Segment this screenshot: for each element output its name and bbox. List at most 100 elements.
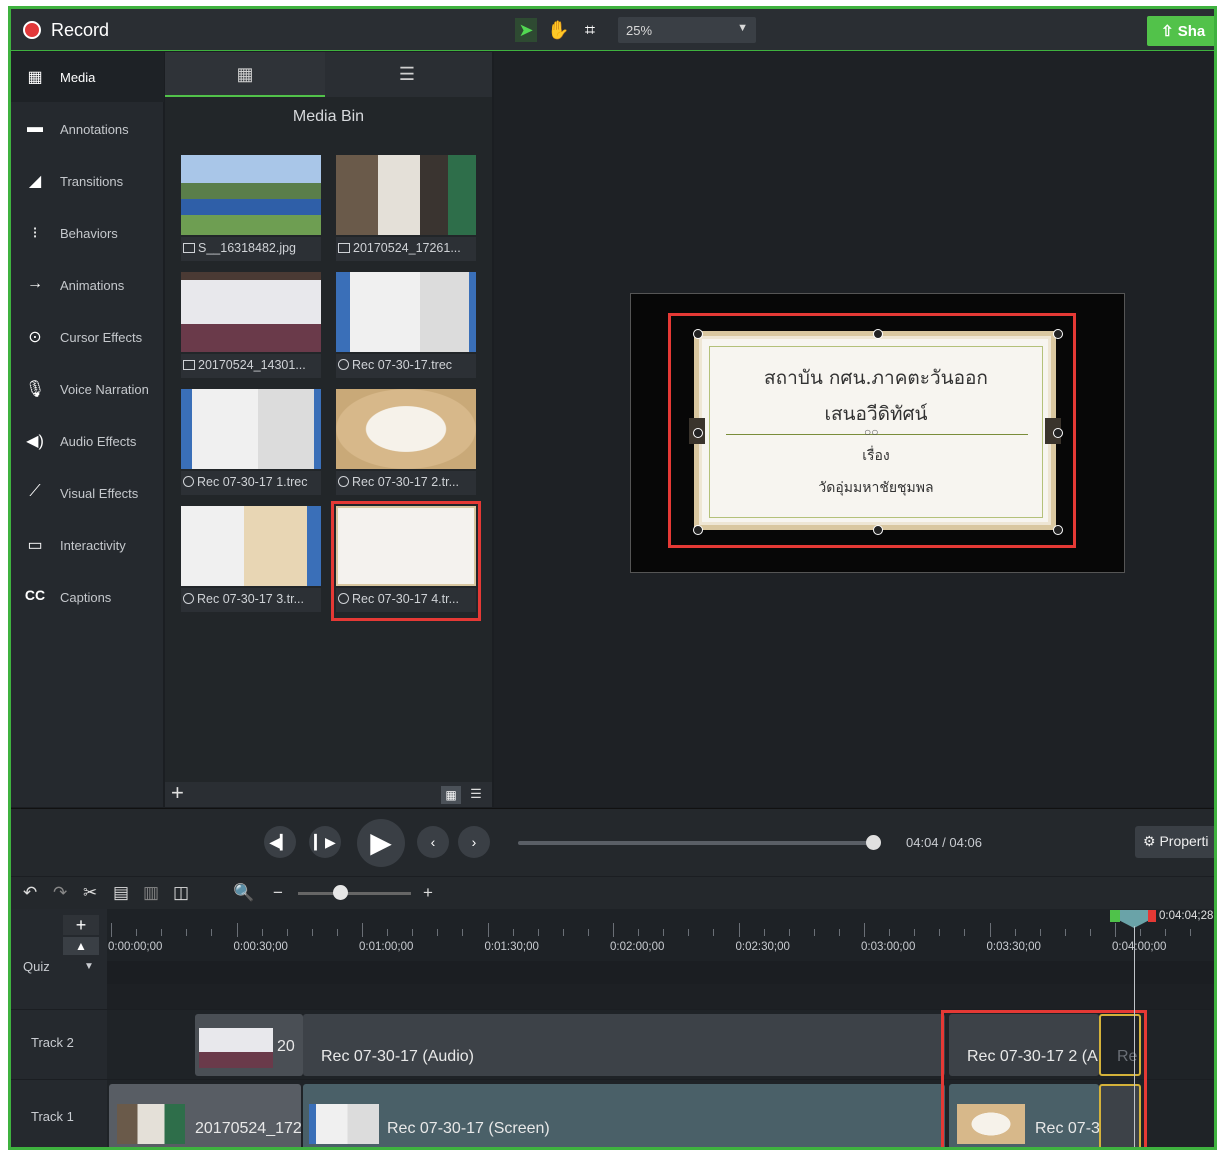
- previous-marker-icon[interactable]: ‹: [417, 826, 449, 858]
- time-ruler[interactable]: 0:00:00;00 0:00:30;00 0:01:00;00 0:01:30;00…: [107, 909, 1214, 961]
- track-name: Track 1: [31, 1109, 74, 1124]
- resize-handle[interactable]: [693, 428, 703, 438]
- media-item[interactable]: Rec 07-30-17 3.tr...: [181, 506, 321, 616]
- timeline-clip[interactable]: 20: [195, 1014, 303, 1076]
- paste-icon[interactable]: ▥: [143, 883, 159, 903]
- copy-icon[interactable]: ▤: [113, 883, 129, 903]
- nav-item-label: Visual Effects: [60, 486, 139, 501]
- zoom-search-icon[interactable]: 🔍: [233, 883, 254, 903]
- add-track-button[interactable]: +: [63, 915, 99, 935]
- next-marker-icon[interactable]: ›: [458, 826, 490, 858]
- pan-hand-icon[interactable]: ✋: [547, 18, 569, 42]
- canvas-area: สถาบัน กศน.ภาคตะวันออก เสนอวีดิทัศน์ ○○ …: [494, 52, 1214, 807]
- timeline-zoom-track[interactable]: [298, 892, 411, 895]
- resize-handle[interactable]: [873, 329, 883, 339]
- share-label: Sha: [1177, 23, 1206, 40]
- timecode: 04:04 / 04:06: [906, 835, 982, 850]
- media-item[interactable]: 20170524_14301...: [181, 272, 321, 382]
- ruler-tick: [487, 923, 489, 937]
- scrub-handle[interactable]: [866, 835, 881, 850]
- step-back-icon[interactable]: ◀▎: [264, 826, 296, 858]
- track-controls-header: + ▲ Quiz ▼: [11, 909, 107, 984]
- playhead-in-marker[interactable]: [1110, 910, 1120, 922]
- playhead-line: [1134, 926, 1135, 1147]
- media-item[interactable]: S__16318482.jpg: [181, 155, 321, 265]
- media-thumbnail: [336, 389, 476, 469]
- timeline-clip[interactable]: 20170524_172: [109, 1084, 301, 1147]
- nav-item-media[interactable]: ▦ Media: [11, 52, 164, 102]
- media-caption-text: 20170524_14301...: [198, 358, 306, 372]
- ruler-tick: [111, 923, 112, 937]
- resize-handle[interactable]: [1053, 525, 1063, 535]
- ruler-tick: [1115, 923, 1116, 937]
- properties-button[interactable]: ⚙ Properti: [1135, 826, 1214, 858]
- timeline-zoom-handle[interactable]: [333, 885, 348, 900]
- nav-item-audio-effects[interactable]: ◀) Audio Effects: [11, 416, 164, 466]
- record-icon[interactable]: [23, 21, 41, 39]
- media-item[interactable]: Rec 07-30-17 2.tr...: [336, 389, 476, 499]
- quiz-label[interactable]: Quiz: [23, 959, 50, 974]
- video-file-icon: [338, 243, 350, 253]
- cut-icon[interactable]: ✂: [83, 883, 97, 903]
- resize-handle[interactable]: [693, 525, 703, 535]
- ruler-tick: [1039, 929, 1041, 936]
- media-caption: Rec 07-30-17 1.trec: [181, 471, 321, 495]
- timeline-clip[interactable]: Rec 07-30-17 (Audio): [303, 1014, 945, 1076]
- media-item-selected[interactable]: Rec 07-30-17 4.tr...: [331, 501, 481, 621]
- ruler-tick: [161, 929, 163, 936]
- redo-icon[interactable]: ↷: [53, 883, 67, 903]
- video-file-icon: [183, 360, 195, 370]
- nav-item-interactivity[interactable]: ▭ Interactivity: [11, 520, 164, 570]
- add-media-button[interactable]: +: [171, 780, 184, 806]
- crop-icon[interactable]: ⌗: [579, 18, 601, 42]
- nav-item-animations[interactable]: → Animations: [11, 260, 164, 310]
- recording-icon: [338, 593, 349, 604]
- scrub-track[interactable]: [518, 841, 874, 845]
- grid-view-icon[interactable]: ▦: [441, 786, 461, 804]
- zoom-select[interactable]: 25% ▼: [618, 17, 756, 43]
- nav-item-annotations[interactable]: ▬ Annotations: [11, 104, 164, 154]
- nav-item-transitions[interactable]: ◢ Transitions: [11, 156, 164, 206]
- media-caption-text: Rec 07-30-17 4.tr...: [352, 592, 460, 606]
- play-button[interactable]: ▶: [357, 819, 405, 867]
- ruler-tick: [688, 929, 690, 936]
- media-thumbnail: [181, 155, 321, 235]
- nav-item-captions[interactable]: CC Captions: [11, 572, 164, 622]
- nav-item-label: Cursor Effects: [60, 330, 143, 345]
- select-arrow-icon[interactable]: ➤: [515, 18, 537, 42]
- nav-item-visual-effects[interactable]: ⟋ Visual Effects: [11, 468, 164, 518]
- nav-item-cursor-effects[interactable]: ⊙ Cursor Effects: [11, 312, 164, 362]
- zoom-out-icon[interactable]: −: [273, 883, 283, 903]
- resize-handle[interactable]: [1053, 329, 1063, 339]
- ruler-tick: [1064, 929, 1066, 936]
- ruler-tick: [1165, 929, 1167, 936]
- nav-item-behaviors[interactable]: ⁝ Behaviors: [11, 208, 164, 258]
- media-item[interactable]: Rec 07-30-17 1.trec: [181, 389, 321, 499]
- resize-handle[interactable]: [693, 329, 703, 339]
- collapse-icon[interactable]: ▲: [63, 937, 99, 955]
- playhead-out-marker[interactable]: [1148, 910, 1156, 922]
- resize-handle[interactable]: [873, 525, 883, 535]
- media-thumbnail: [181, 389, 321, 469]
- track-header: Track 2: [11, 1010, 107, 1079]
- zoom-in-icon[interactable]: +: [423, 883, 433, 903]
- timeline-clip[interactable]: Rec 07-30-17 (Screen): [303, 1084, 945, 1147]
- chevron-down-icon[interactable]: ▼: [84, 961, 94, 972]
- clip-label: 20: [277, 1038, 295, 1055]
- list-view-icon[interactable]: ☰: [467, 786, 485, 804]
- tab-library[interactable]: ☰: [327, 52, 487, 97]
- split-icon[interactable]: ◫: [173, 883, 189, 903]
- share-icon: ⇧: [1161, 23, 1178, 40]
- resize-handle[interactable]: [1053, 428, 1063, 438]
- media-item[interactable]: 20170524_17261...: [336, 155, 476, 265]
- undo-icon[interactable]: ↶: [23, 883, 37, 903]
- ruler-tick: [562, 929, 564, 936]
- record-button-label[interactable]: Record: [51, 20, 109, 41]
- nav-item-voice-narration[interactable]: 🎙 Voice Narration: [11, 364, 164, 414]
- step-forward-icon[interactable]: ▎▶: [309, 826, 341, 858]
- preview-stage[interactable]: สถาบัน กศน.ภาคตะวันออก เสนอวีดิทัศน์ ○○ …: [630, 293, 1125, 573]
- ruler-tick: [1089, 929, 1091, 936]
- media-item[interactable]: Rec 07-30-17.trec: [336, 272, 476, 382]
- share-button[interactable]: ⇧ Sha: [1147, 16, 1214, 46]
- tab-media-bin[interactable]: ▦: [165, 52, 325, 97]
